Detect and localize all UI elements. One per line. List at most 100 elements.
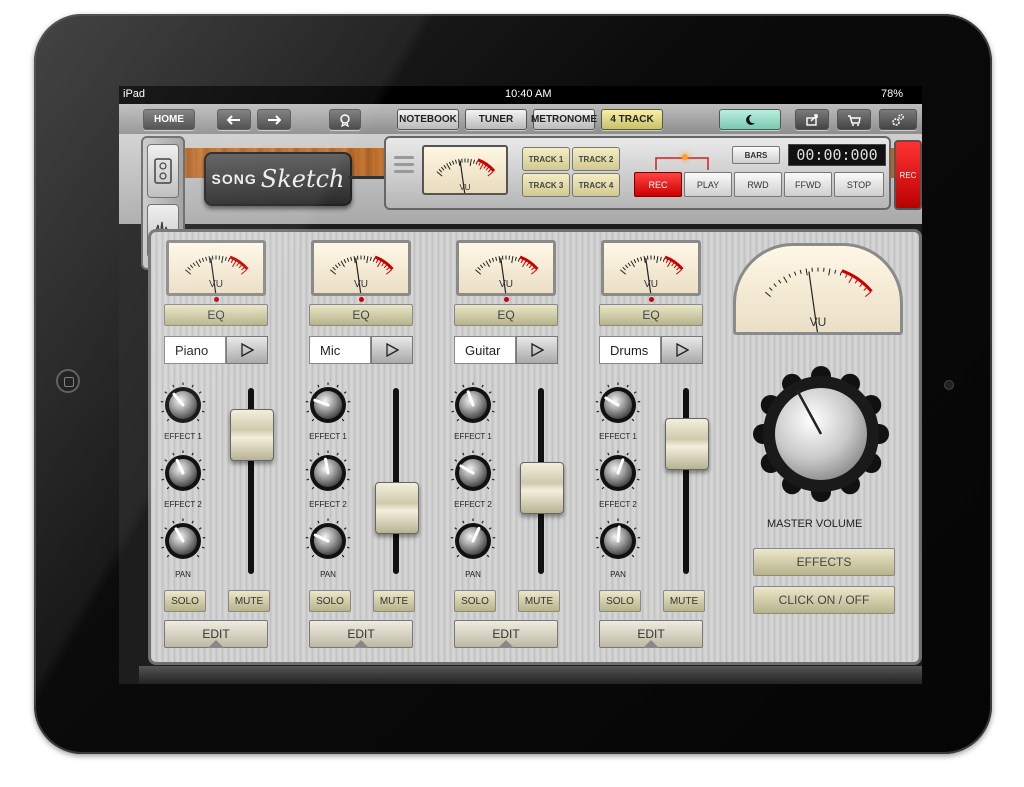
notebook-button[interactable]: NOTEBOOK	[397, 109, 459, 130]
mute-button[interactable]: MUTE	[373, 590, 415, 612]
vu-peak-led	[649, 297, 654, 302]
redo-button[interactable]	[257, 109, 291, 130]
solo-button[interactable]: SOLO	[599, 590, 641, 612]
vu-label: VU	[354, 279, 368, 290]
effect2-knob[interactable]	[160, 450, 206, 496]
master-volume-knob[interactable]	[747, 360, 895, 508]
instrument-name: Piano	[164, 336, 226, 364]
edit-button[interactable]: EDIT	[164, 620, 268, 648]
eq-button[interactable]: EQ	[599, 304, 703, 326]
effect2-label: EFFECT 2	[599, 500, 637, 509]
status-bar: iPad 10:40 AM 78%	[119, 86, 922, 104]
effect2-knob[interactable]	[305, 450, 351, 496]
effect2-label: EFFECT 2	[454, 500, 492, 509]
bars-button[interactable]: BARS	[732, 146, 780, 164]
eq-button[interactable]: EQ	[454, 304, 558, 326]
click-toggle-button[interactable]: CLICK ON / OFF	[753, 586, 895, 614]
pan-knob[interactable]	[160, 518, 206, 564]
transport-panel: VU TRACK 1 TRACK 2 TRACK 3 TRACK 4 BARS …	[384, 136, 891, 210]
play-button[interactable]: PLAY	[684, 172, 732, 197]
menu-lines-icon[interactable]	[394, 152, 414, 182]
effect1-knob[interactable]	[595, 382, 641, 428]
rwd-button[interactable]: RWD	[734, 172, 782, 197]
mini-vu-label: VU	[459, 183, 470, 192]
channel-vu-meter: VU	[166, 240, 266, 296]
instrument-play-button[interactable]	[371, 336, 413, 364]
stop-button[interactable]: STOP	[834, 172, 884, 197]
pan-knob[interactable]	[305, 518, 351, 564]
instrument-selector[interactable]: Drums	[599, 336, 739, 364]
eq-button[interactable]: EQ	[164, 304, 268, 326]
instrument-play-button[interactable]	[226, 336, 268, 364]
metronome-button[interactable]: METRONOME	[531, 109, 597, 130]
effect2-label: EFFECT 2	[164, 500, 202, 509]
cassette-icon	[154, 158, 172, 184]
effect1-knob[interactable]	[305, 382, 351, 428]
channel-vu-meter: VU	[311, 240, 411, 296]
instrument-play-button[interactable]	[516, 336, 558, 364]
ipad-home-button[interactable]	[56, 369, 80, 393]
channel-vu-meter: VU	[456, 240, 556, 296]
undo-button[interactable]	[217, 109, 251, 130]
track-2-select[interactable]: TRACK 2	[572, 147, 620, 171]
effects-button[interactable]: EFFECTS	[753, 548, 895, 576]
pan-label: PAN	[610, 570, 626, 579]
settings-button[interactable]	[879, 109, 917, 130]
solo-button[interactable]: SOLO	[309, 590, 351, 612]
effect1-label: EFFECT 1	[164, 432, 202, 441]
four-track-button[interactable]: 4 TRACK	[601, 109, 663, 130]
ffwd-button[interactable]: FFWD	[784, 172, 832, 197]
instrument-name: Mic	[309, 336, 371, 364]
edit-button[interactable]: EDIT	[454, 620, 558, 648]
rec-button[interactable]: REC	[634, 172, 682, 197]
cassette-tab[interactable]	[147, 144, 179, 198]
redo-arrow-icon	[268, 114, 281, 125]
mute-button[interactable]: MUTE	[518, 590, 560, 612]
master-vu-scale: VU	[764, 267, 873, 332]
cart-button[interactable]	[837, 109, 871, 130]
play-triangle-icon	[386, 343, 399, 357]
channel-fader[interactable]	[665, 418, 709, 470]
track-3-select[interactable]: TRACK 3	[522, 173, 570, 197]
vu-peak-led	[504, 297, 509, 302]
instrument-selector[interactable]: Piano	[164, 336, 304, 364]
undo-arrow-icon	[227, 114, 240, 125]
side-rec-button[interactable]: REC	[894, 140, 922, 210]
play-triangle-icon	[531, 343, 544, 357]
mixer-base	[139, 666, 922, 684]
moon-icon	[746, 114, 755, 125]
battery-level: 78%	[881, 88, 904, 100]
edit-button[interactable]: EDIT	[309, 620, 413, 648]
home-button[interactable]: HOME	[143, 109, 195, 130]
mute-button[interactable]: MUTE	[663, 590, 705, 612]
pan-knob[interactable]	[450, 518, 496, 564]
solo-button[interactable]: SOLO	[454, 590, 496, 612]
instrument-selector[interactable]: Guitar	[454, 336, 594, 364]
effect2-knob[interactable]	[595, 450, 641, 496]
master-volume-label: MASTER VOLUME	[767, 518, 863, 530]
master-vu-meter: VU	[733, 243, 903, 335]
record-led	[682, 154, 688, 160]
tuner-button[interactable]: TUNER	[465, 109, 527, 130]
channel-fader[interactable]	[520, 462, 564, 514]
effect1-knob[interactable]	[450, 382, 496, 428]
pan-knob[interactable]	[595, 518, 641, 564]
badge-button[interactable]	[329, 109, 361, 130]
instrument-selector[interactable]: Mic	[309, 336, 449, 364]
track-4-select[interactable]: TRACK 4	[572, 173, 620, 197]
channel-fader[interactable]	[375, 482, 419, 534]
effect2-knob[interactable]	[450, 450, 496, 496]
gear-icon	[892, 113, 904, 126]
share-button[interactable]	[795, 109, 829, 130]
night-mode-button[interactable]	[719, 109, 781, 130]
channel-fader[interactable]	[230, 409, 274, 461]
vu-label: VU	[499, 279, 513, 290]
eq-button[interactable]: EQ	[309, 304, 413, 326]
edit-button[interactable]: EDIT	[599, 620, 703, 648]
effect1-knob[interactable]	[160, 382, 206, 428]
track-1-select[interactable]: TRACK 1	[522, 147, 570, 171]
instrument-play-button[interactable]	[661, 336, 703, 364]
mute-button[interactable]: MUTE	[228, 590, 270, 612]
ipad-camera	[944, 380, 954, 390]
solo-button[interactable]: SOLO	[164, 590, 206, 612]
